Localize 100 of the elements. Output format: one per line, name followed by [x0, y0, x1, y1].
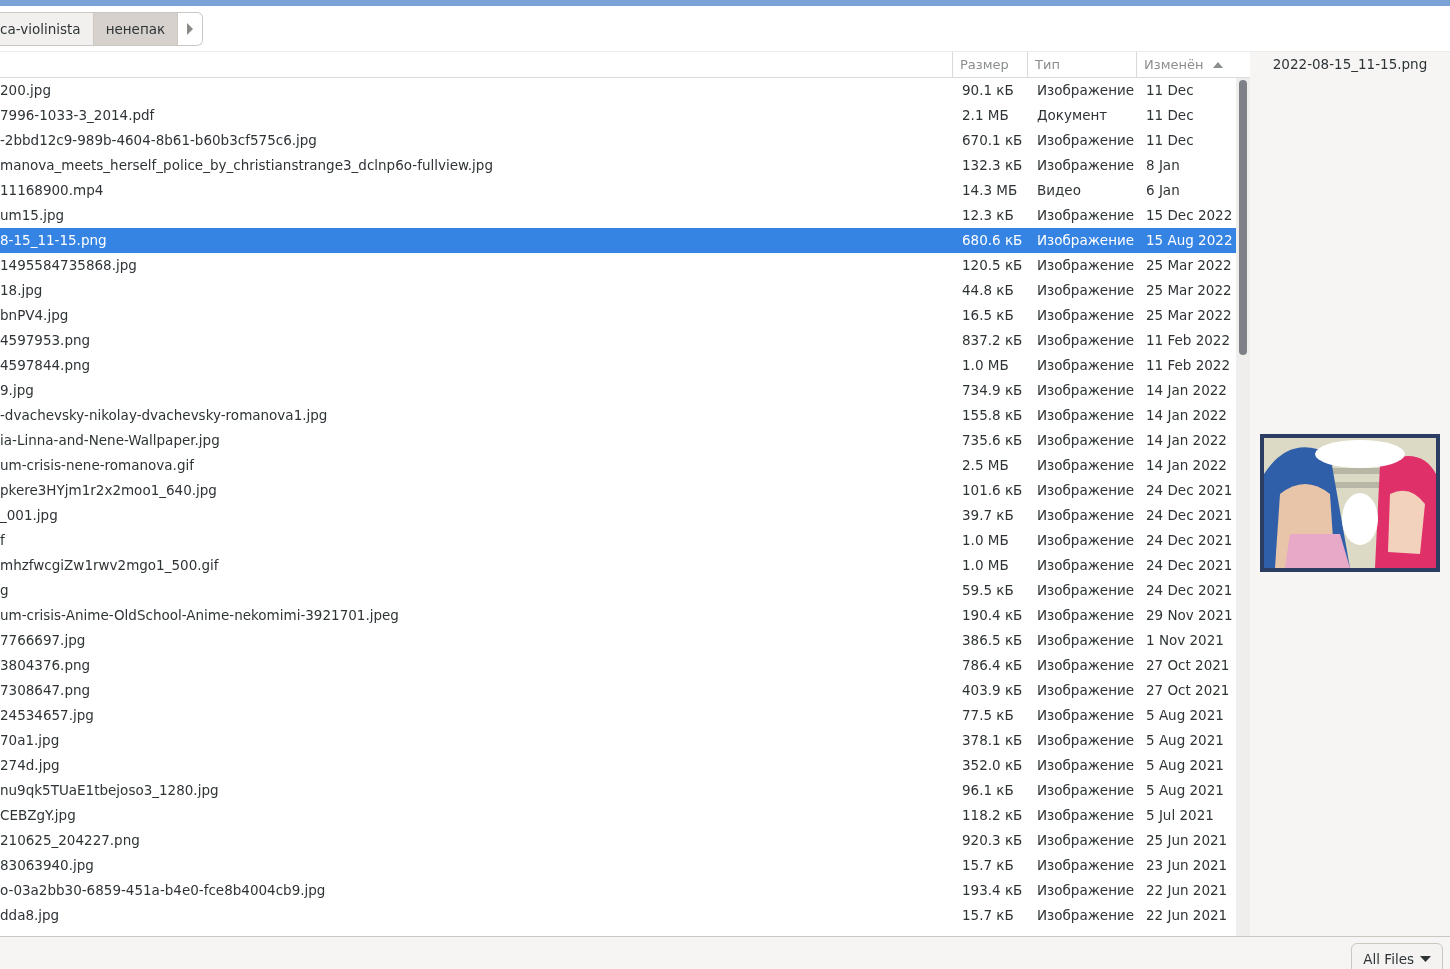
file-filter-dropdown[interactable]: All Files	[1351, 943, 1443, 969]
file-row[interactable]: CEBZgY.jpg 118.2 кБ Изображение 5 Jul 2021	[0, 803, 1236, 828]
file-size: 59.5 кБ	[962, 582, 1014, 599]
file-size: 15.7 кБ	[962, 857, 1014, 874]
file-row[interactable]: -2bbd12c9-989b-4604-8b61-b60b3cf575c6.jpg 670.1 кБ Изображение 11 Dec	[0, 128, 1236, 153]
file-name: 200.jpg	[0, 82, 51, 99]
file-type: Изображение	[1037, 757, 1135, 774]
file-name: -dvachevsky-nikolay-dvachevsky-romanova1.jpg	[0, 407, 328, 424]
file-modified: 24 Dec 2021	[1146, 482, 1233, 499]
file-row[interactable]: um-crisis-Anime-OldSchool-Anime-nekomimi-3921701.jpeg 190.4 кБ Изображение 29 Nov 2021	[0, 603, 1236, 628]
file-row[interactable]: 3804376.png 786.4 кБ Изображение 27 Oct 2021	[0, 653, 1236, 678]
file-row[interactable]: bnPV4.jpg 16.5 кБ Изображение 25 Mar 2022	[0, 303, 1236, 328]
file-modified: 22 Jun 2021	[1146, 882, 1228, 899]
file-type: Изображение	[1037, 157, 1135, 174]
file-type: Изображение	[1037, 232, 1135, 249]
file-size: 786.4 кБ	[962, 657, 1023, 674]
file-modified: 6 Jan	[1146, 182, 1180, 199]
file-row[interactable]: nu9qk5TUaE1tbejoso3_1280.jpg 96.1 кБ Изображение 5 Aug 2021	[0, 778, 1236, 803]
file-name: 83063940.jpg	[0, 857, 94, 874]
file-row[interactable]: 210625_204227.png 920.3 кБ Изображение 25 Jun 2021	[0, 828, 1236, 853]
file-type: Изображение	[1037, 257, 1135, 274]
file-row[interactable]: -dvachevsky-nikolay-dvachevsky-romanova1.jpg 155.8 кБ Изображение 14 Jan 2022	[0, 403, 1236, 428]
file-size: 352.0 кБ	[962, 757, 1023, 774]
file-row[interactable]: 4597844.png 1.0 МБ Изображение 11 Feb 2022	[0, 353, 1236, 378]
file-type: Изображение	[1037, 432, 1135, 449]
file-type: Изображение	[1037, 732, 1135, 749]
file-row[interactable]: 24534657.jpg 77.5 кБ Изображение 5 Aug 2021	[0, 703, 1236, 728]
file-row[interactable]: _001.jpg 39.7 кБ Изображение 24 Dec 2021	[0, 503, 1236, 528]
file-modified: 24 Dec 2021	[1146, 507, 1233, 524]
file-modified: 22 Jun 2021	[1146, 907, 1228, 924]
file-row[interactable]: g 59.5 кБ Изображение 24 Dec 2021	[0, 578, 1236, 603]
file-row[interactable]: 70a1.jpg 378.1 кБ Изображение 5 Aug 2021	[0, 728, 1236, 753]
file-row[interactable]: mhzfwcgiZw1rwv2mgo1_500.gif 1.0 МБ Изображение 24 Dec 2021	[0, 553, 1236, 578]
file-modified: 29 Nov 2021	[1146, 607, 1233, 624]
file-type: Изображение	[1037, 282, 1135, 299]
file-name: CEBZgY.jpg	[0, 807, 76, 824]
file-row[interactable]: pkere3HYjm1r2x2moo1_640.jpg 101.6 кБ Изображение 24 Dec 2021	[0, 478, 1236, 503]
file-modified: 25 Jun 2021	[1146, 832, 1228, 849]
path-button[interactable]: ненепак	[93, 13, 179, 45]
file-type: Изображение	[1037, 482, 1135, 499]
file-row[interactable]: manova_meets_herself_police_by_christianstrange3_dclnp6o-fullview.jpg 132.3 кБ Изображение 8 Jan	[0, 153, 1236, 178]
file-modified: 5 Jul 2021	[1146, 807, 1214, 824]
file-size: 118.2 кБ	[962, 807, 1023, 824]
path-button[interactable]: ca-violinista	[0, 13, 94, 45]
scrollbar[interactable]	[1236, 78, 1250, 936]
file-row[interactable]: 11168900.mp4 14.3 МБ Видео 6 Jan	[0, 178, 1236, 203]
file-row[interactable]: 83063940.jpg 15.7 кБ Изображение 23 Jun 2021	[0, 853, 1236, 878]
file-size: 12.3 кБ	[962, 207, 1014, 224]
file-name: manova_meets_herself_police_by_christianstrange3_dclnp6o-fullview.jpg	[0, 157, 493, 174]
file-row[interactable]: um15.jpg 12.3 кБ Изображение 15 Dec 2022	[0, 203, 1236, 228]
file-modified: 25 Mar 2022	[1146, 282, 1232, 299]
file-type: Изображение	[1037, 657, 1135, 674]
file-row[interactable]: ia-Linna-and-Nene-Wallpaper.jpg 735.6 кБ Изображение 14 Jan 2022	[0, 428, 1236, 453]
file-name: f	[0, 532, 5, 549]
file-row[interactable]: 7996-1033-3_2014.pdf 2.1 МБ Документ 11 Dec	[0, 103, 1236, 128]
file-name: 18.jpg	[0, 282, 43, 299]
file-type: Изображение	[1037, 682, 1135, 699]
file-size: 920.3 кБ	[962, 832, 1023, 849]
file-name: 1495584735868.jpg	[0, 257, 137, 274]
file-row[interactable]: 4597953.png 837.2 кБ Изображение 11 Feb 2022	[0, 328, 1236, 353]
file-row[interactable]: 18.jpg 44.8 кБ Изображение 25 Mar 2022	[0, 278, 1236, 303]
file-modified: 14 Jan 2022	[1146, 432, 1227, 449]
file-type: Изображение	[1037, 607, 1135, 624]
file-size: 670.1 кБ	[962, 132, 1023, 149]
file-modified: 14 Jan 2022	[1146, 382, 1227, 399]
file-modified: 24 Dec 2021	[1146, 557, 1233, 574]
file-row[interactable]: 1495584735868.jpg 120.5 кБ Изображение 25 Mar 2022	[0, 253, 1236, 278]
selected-file-row[interactable]: 8-15_11-15.png 680.6 кБ Изображение 15 Aug 2022	[0, 228, 1236, 253]
file-type: Изображение	[1037, 382, 1135, 399]
file-row[interactable]: um-crisis-nene-romanova.gif 2.5 МБ Изображение 14 Jan 2022	[0, 453, 1236, 478]
file-name: 4597953.png	[0, 332, 91, 349]
file-size: 403.9 кБ	[962, 682, 1023, 699]
file-row[interactable]: 7308647.png 403.9 кБ Изображение 27 Oct 2021	[0, 678, 1236, 703]
file-name: nu9qk5TUaE1tbejoso3_1280.jpg	[0, 782, 219, 799]
file-name: 7996-1033-3_2014.pdf	[0, 107, 155, 124]
file-row[interactable]: 274d.jpg 352.0 кБ Изображение 5 Aug 2021	[0, 753, 1236, 778]
file-type: Документ	[1037, 107, 1108, 124]
file-row[interactable]: 200.jpg 90.1 кБ Изображение 11 Dec	[0, 78, 1236, 103]
right-arrow-icon	[187, 23, 194, 35]
file-size: 101.6 кБ	[962, 482, 1023, 499]
file-name: bnPV4.jpg	[0, 307, 69, 324]
file-size: 44.8 кБ	[962, 282, 1014, 299]
file-row[interactable]: dda8.jpg 15.7 кБ Изображение 22 Jun 2021	[0, 903, 1236, 928]
file-row[interactable]: 7766697.jpg 386.5 кБ Изображение 1 Nov 2021	[0, 628, 1236, 653]
file-row[interactable]: 9.jpg 734.9 кБ Изображение 14 Jan 2022	[0, 378, 1236, 403]
file-row[interactable]: o-03a2bb30-6859-451a-b4e0-fce8b4004cb9.jpg 193.4 кБ Изображение 22 Jun 2021	[0, 878, 1236, 903]
file-type: Изображение	[1037, 357, 1135, 374]
file-size: 155.8 кБ	[962, 407, 1023, 424]
file-type: Изображение	[1037, 507, 1135, 524]
file-modified: 5 Aug 2021	[1146, 732, 1224, 749]
scrollbar-thumb[interactable]	[1239, 80, 1247, 355]
file-name: mhzfwcgiZw1rwv2mgo1_500.gif	[0, 557, 219, 574]
file-modified: 5 Aug 2021	[1146, 757, 1224, 774]
file-modified: 1 Nov 2021	[1146, 632, 1224, 649]
file-row[interactable]: f 1.0 МБ Изображение 24 Dec 2021	[0, 528, 1236, 553]
file-type: Изображение	[1037, 332, 1135, 349]
file-size: 16.5 кБ	[962, 307, 1014, 324]
file-name: um15.jpg	[0, 207, 65, 224]
file-size: 386.5 кБ	[962, 632, 1023, 649]
file-size: 190.4 кБ	[962, 607, 1023, 624]
